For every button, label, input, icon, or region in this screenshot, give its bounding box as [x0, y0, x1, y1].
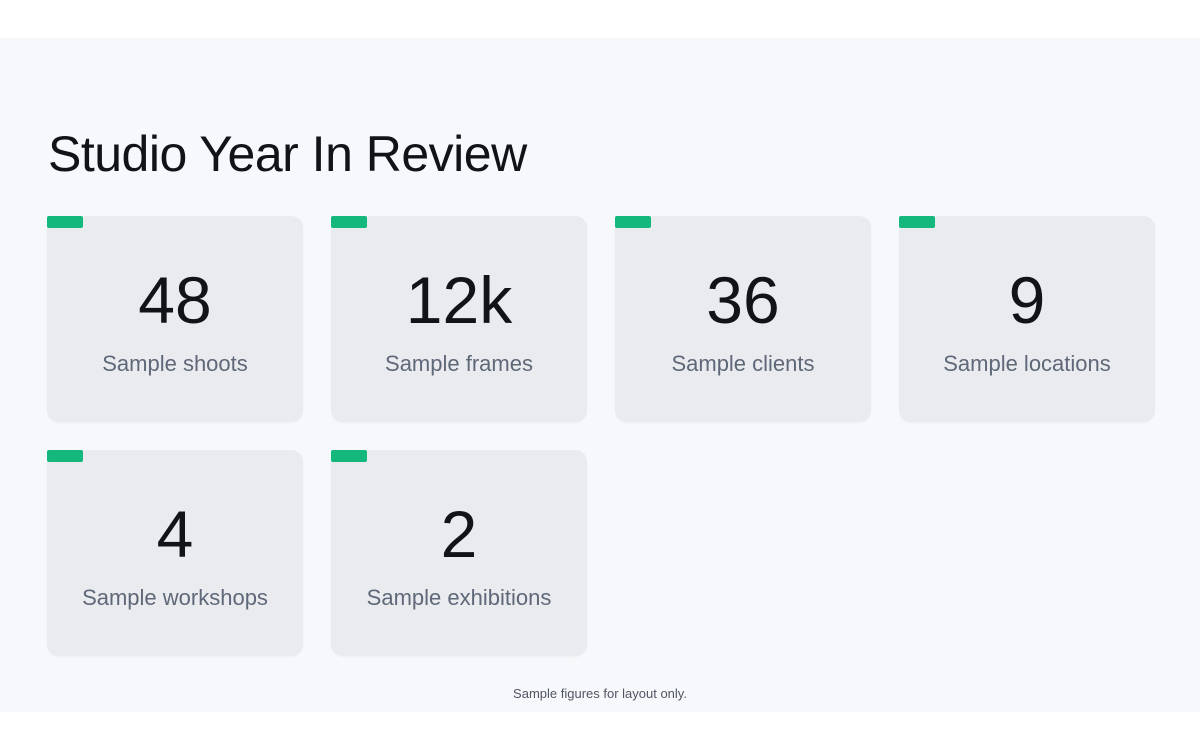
- stat-card-locations: 9 Sample locations: [899, 216, 1155, 422]
- stat-label: Sample clients: [671, 351, 815, 376]
- stat-card-clients: 36 Sample clients: [615, 216, 871, 422]
- stats-grid: 48 Sample shoots 12k Sample frames 36 Sa…: [47, 216, 1155, 656]
- stat-label: Sample locations: [943, 351, 1111, 376]
- footer-note: Sample figures for layout only.: [513, 686, 687, 701]
- page-title: Studio Year In Review: [48, 126, 527, 182]
- card-accent: [615, 216, 651, 228]
- card-accent: [331, 216, 367, 228]
- stat-value: 12k: [405, 263, 513, 337]
- card-accent: [47, 216, 83, 228]
- stat-card-exhibitions: 2 Sample exhibitions: [331, 450, 587, 656]
- stat-value: 9: [1008, 263, 1046, 337]
- stat-label: Sample shoots: [102, 351, 248, 376]
- stat-card-workshops: 4 Sample workshops: [47, 450, 303, 656]
- stat-value: 2: [440, 497, 478, 571]
- content-panel: Studio Year In Review 48 Sample shoots 1…: [0, 38, 1200, 712]
- stat-label: Sample workshops: [82, 585, 268, 610]
- stat-value: 4: [156, 497, 194, 571]
- card-accent: [47, 450, 83, 462]
- stat-value: 48: [138, 263, 212, 337]
- stat-label: Sample frames: [385, 351, 533, 376]
- stat-label: Sample exhibitions: [366, 585, 552, 610]
- stat-card-shoots: 48 Sample shoots: [47, 216, 303, 422]
- stat-card-frames: 12k Sample frames: [331, 216, 587, 422]
- card-accent: [899, 216, 935, 228]
- stat-value: 36: [706, 263, 780, 337]
- card-accent: [331, 450, 367, 462]
